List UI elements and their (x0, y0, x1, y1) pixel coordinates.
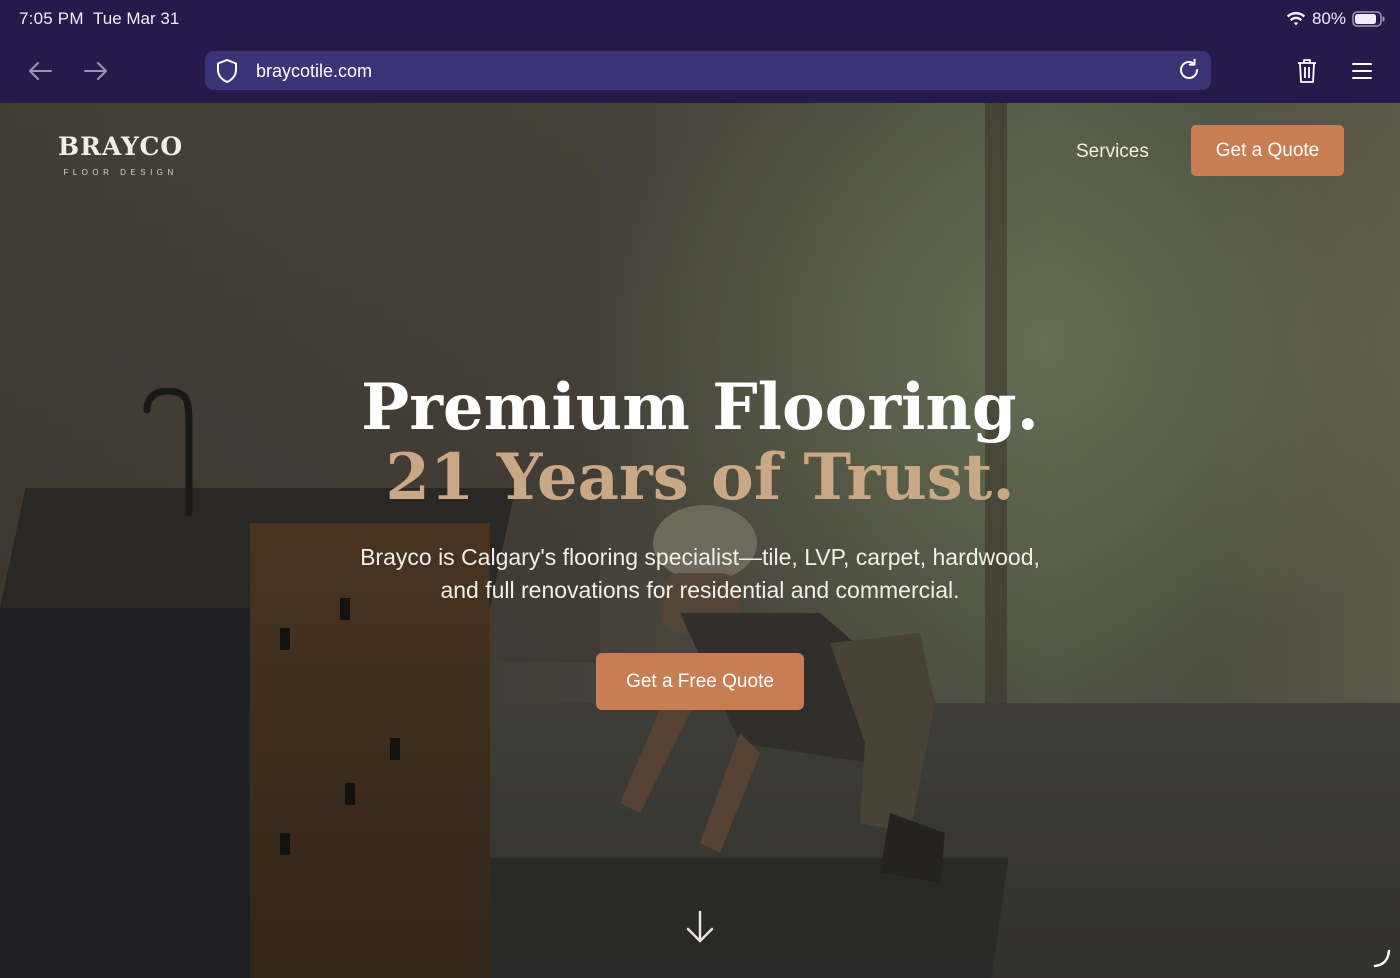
subtext-line-1: Brayco is Calgary's flooring specialist—… (360, 544, 1040, 570)
hero-section: BRAYCO FLOOR DESIGN Services Get a Quote… (0, 103, 1400, 978)
trash-icon (1298, 59, 1316, 83)
get-free-quote-button[interactable]: Get a Free Quote (596, 653, 804, 710)
address-bar[interactable]: braycotile.com (205, 51, 1211, 90)
url-text[interactable]: braycotile.com (256, 61, 372, 82)
menu-icon (1352, 63, 1372, 79)
headline-line-2: 21 Years of Trust. (385, 440, 1015, 515)
back-arrow-icon (29, 62, 52, 80)
subtext-line-2: and full renovations for residential and… (440, 577, 960, 603)
battery-percent: 80% (1311, 9, 1346, 28)
forward-button[interactable] (79, 54, 113, 88)
back-button[interactable] (23, 54, 57, 88)
status-bar: 7:05 PM Tue Mar 31 80% (0, 0, 1400, 40)
down-arrow-icon[interactable] (684, 909, 716, 945)
resize-handle-icon (1373, 949, 1391, 968)
menu-button[interactable] (1345, 54, 1379, 88)
hero-subtext: Brayco is Calgary's flooring specialist—… (300, 541, 1100, 607)
wifi-icon (1286, 11, 1306, 26)
nav-services-link[interactable]: Services (1076, 141, 1149, 163)
forward-arrow-icon (84, 62, 107, 80)
logo-wordmark: BRAYCO (58, 132, 184, 161)
browser-chrome: 7:05 PM Tue Mar 31 80% braycotile.com (0, 0, 1400, 103)
hero-headline: Premium Flooring. 21 Years of Trust. (0, 373, 1400, 513)
reload-icon[interactable] (1177, 58, 1201, 82)
headline-line-1: Premium Flooring. (361, 370, 1039, 445)
shield-icon (217, 59, 237, 83)
status-date: Tue Mar 31 (93, 9, 180, 28)
get-a-quote-button[interactable]: Get a Quote (1191, 125, 1344, 176)
tabs-button[interactable] (1290, 54, 1324, 88)
status-time: 7:05 PM (19, 9, 84, 28)
site-logo[interactable]: BRAYCO FLOOR DESIGN (58, 132, 183, 177)
logo-tagline: FLOOR DESIGN (63, 168, 178, 177)
battery-icon (1352, 11, 1385, 27)
status-right: 80% (1286, 9, 1386, 29)
